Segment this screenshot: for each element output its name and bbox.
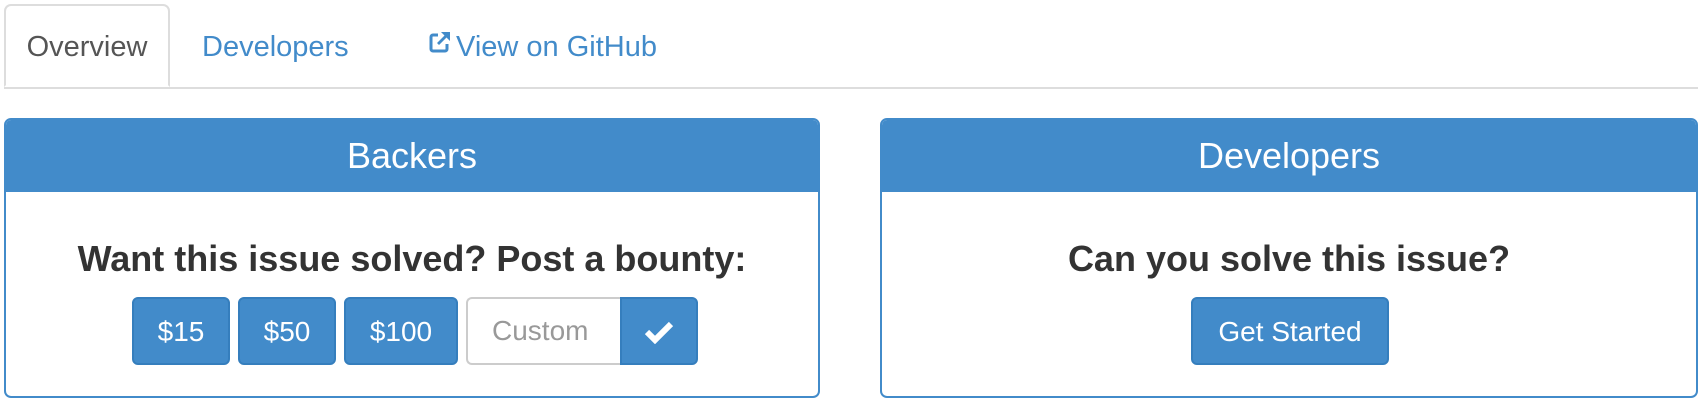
developers-panel: Developers Can you solve this issue? Get…: [880, 118, 1698, 398]
bounty-100-button[interactable]: $100: [344, 297, 458, 365]
tab-overview-label: Overview: [26, 31, 148, 63]
backers-panel: Backers Want this issue solved? Post a b…: [4, 118, 820, 398]
developers-question: Can you solve this issue?: [1067, 238, 1511, 279]
bounty-15-button[interactable]: $15: [132, 297, 230, 365]
developers-panel-body: Can you solve this issue? Get Started: [882, 192, 1696, 396]
backers-panel-heading: Backers: [6, 120, 818, 192]
backers-question: Want this issue solved? Post a bounty:: [77, 238, 747, 279]
backers-panel-body: Want this issue solved? Post a bounty: $…: [6, 192, 818, 396]
external-link-icon: [428, 2, 452, 88]
tab-developers[interactable]: Developers: [202, 4, 349, 87]
get-started-button[interactable]: Get Started: [1191, 297, 1389, 365]
tab-view-on-github-label: View on GitHub: [456, 31, 657, 63]
tab-overview[interactable]: Overview: [4, 4, 170, 87]
submit-bounty-button[interactable]: [620, 297, 698, 365]
bounty-50-button[interactable]: $50: [238, 297, 336, 365]
tab-view-on-github[interactable]: View on GitHub: [428, 4, 657, 87]
tab-developers-label: Developers: [202, 31, 349, 63]
tab-bar: Overview Developers View on GitHub: [4, 4, 1698, 89]
checkmark-icon: [644, 316, 674, 347]
custom-amount-input[interactable]: [466, 297, 622, 365]
developers-panel-heading: Developers: [882, 120, 1696, 192]
